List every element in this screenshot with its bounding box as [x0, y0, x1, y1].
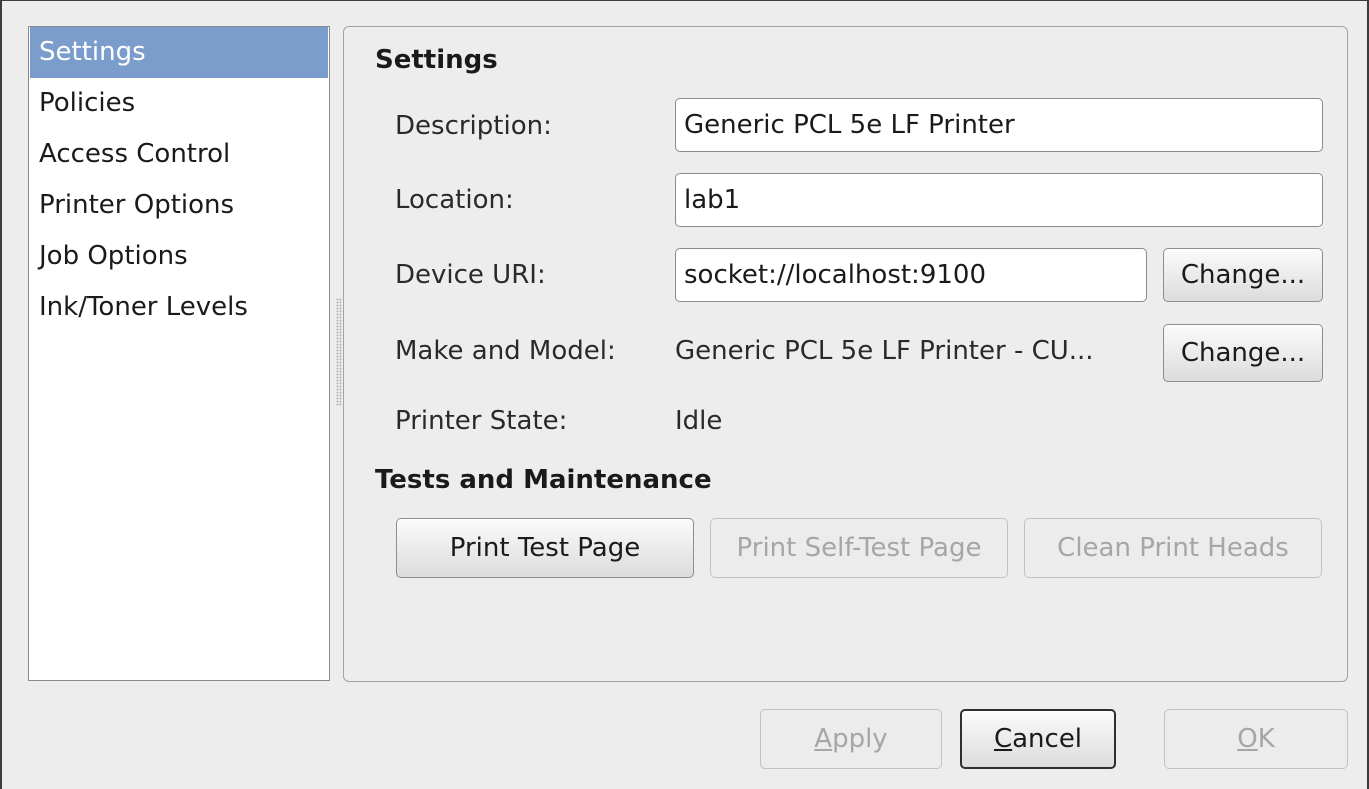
tests-maintenance-heading: Tests and Maintenance [375, 465, 712, 495]
cancel-label-rest: ancel [1012, 724, 1083, 754]
sidebar-item-ink-toner-levels[interactable]: Ink/Toner Levels [30, 282, 328, 333]
ok-button[interactable]: OK [1164, 709, 1348, 769]
sidebar-item-policies[interactable]: Policies [30, 78, 328, 129]
description-field[interactable] [675, 98, 1323, 152]
printer-state-label: Printer State: [395, 406, 568, 436]
make-model-value: Generic PCL 5e LF Printer - CU... [675, 336, 1094, 366]
make-model-change-button[interactable]: Change... [1163, 324, 1323, 382]
print-test-page-button[interactable]: Print Test Page [396, 518, 694, 578]
sidebar-item-printer-options[interactable]: Printer Options [30, 180, 328, 231]
apply-label-rest: pply [832, 724, 888, 754]
ok-label-rest: K [1257, 724, 1275, 754]
apply-button[interactable]: Apply [760, 709, 942, 769]
location-label: Location: [395, 185, 514, 215]
cancel-mnemonic: C [993, 724, 1013, 754]
clean-print-heads-button[interactable]: Clean Print Heads [1024, 518, 1322, 578]
ok-mnemonic: O [1237, 724, 1258, 754]
print-self-test-page-button[interactable]: Print Self-Test Page [710, 518, 1008, 578]
location-field[interactable] [675, 173, 1323, 227]
device-uri-label: Device URI: [395, 260, 546, 290]
sidebar-list[interactable]: Settings Policies Access Control Printer… [28, 26, 330, 681]
apply-mnemonic: A [814, 724, 833, 754]
sidebar-item-access-control[interactable]: Access Control [30, 129, 328, 180]
sidebar-item-settings[interactable]: Settings [30, 27, 328, 78]
settings-heading: Settings [375, 45, 498, 75]
sidebar-item-job-options[interactable]: Job Options [30, 231, 328, 282]
make-model-label: Make and Model: [395, 336, 616, 366]
cancel-button[interactable]: Cancel [960, 709, 1116, 769]
device-uri-field[interactable] [675, 248, 1147, 302]
device-uri-change-button[interactable]: Change... [1163, 248, 1323, 302]
printer-state-value: Idle [675, 406, 723, 436]
description-label: Description: [395, 111, 552, 141]
pane-resize-handle[interactable] [336, 298, 342, 406]
